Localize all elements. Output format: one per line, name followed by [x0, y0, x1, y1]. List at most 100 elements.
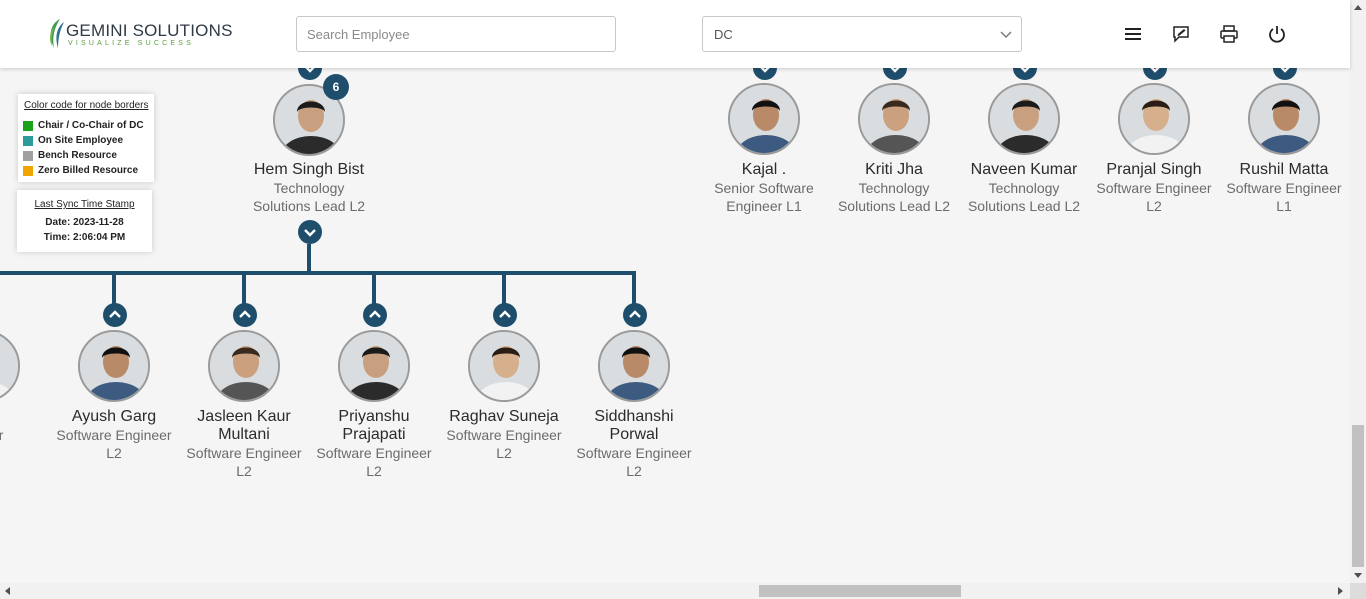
company-logo[interactable]: GEMINI SOLUTIONS VISUALIZE SUCCESS	[46, 18, 232, 52]
legend-label: On Site Employee	[38, 135, 124, 146]
employee-node[interactable]: shragineer	[0, 408, 49, 444]
legend-label: Chair / Co-Chair of DC	[38, 120, 144, 131]
employee-avatar[interactable]	[988, 83, 1060, 155]
employee-name: Siddhanshi Porwal	[594, 408, 674, 443]
employee-name: Kriti Jha	[865, 161, 923, 178]
dc-select[interactable]: DC	[702, 16, 1022, 52]
legend-label: Bench Resource	[38, 150, 117, 161]
employee-node[interactable]: Rushil Matta Software Engineer L1	[1219, 161, 1349, 215]
legend-swatch	[23, 165, 33, 176]
employee-avatar[interactable]	[858, 83, 930, 155]
employee-name: Ayush Garg	[71, 408, 157, 425]
logo-tagline: VISUALIZE SUCCESS	[68, 40, 194, 47]
person-photo-icon	[600, 332, 668, 400]
collapse-up-toggle[interactable]	[493, 303, 517, 327]
legend-label: Zero Billed Resource	[38, 165, 139, 176]
chevron-down-icon	[1000, 31, 1012, 38]
employee-avatar[interactable]	[1248, 83, 1320, 155]
connector-line	[502, 273, 506, 307]
legend-swatch	[23, 150, 33, 161]
employee-avatar[interactable]	[208, 330, 280, 402]
employee-node[interactable]: Hem Singh Bist Technology Solutions Lead …	[244, 161, 374, 215]
horizontal-scrollbar[interactable]	[0, 583, 1350, 599]
employee-avatar[interactable]	[468, 330, 540, 402]
employee-avatar[interactable]	[598, 330, 670, 402]
person-photo-icon	[990, 85, 1058, 153]
scroll-up-arrow-icon[interactable]	[1354, 5, 1362, 10]
person-photo-icon	[470, 332, 538, 400]
collapse-up-toggle[interactable]	[103, 303, 127, 327]
collapse-up-toggle[interactable]	[363, 303, 387, 327]
employee-title: Software Engineer L2	[316, 445, 432, 479]
person-photo-icon	[340, 332, 408, 400]
employee-name: Jasleen Kaur Multani	[197, 408, 291, 443]
employee-node[interactable]: Jasleen Kaur Multani Software Engineer L2	[179, 408, 309, 480]
connector-line	[0, 271, 636, 275]
employee-node[interactable]: Priyanshu Prajapati Software Engineer L2	[309, 408, 439, 480]
search-employee-input[interactable]	[296, 16, 616, 52]
employee-avatar[interactable]	[78, 330, 150, 402]
vertical-scroll-thumb[interactable]	[1352, 425, 1364, 567]
power-icon[interactable]	[1267, 24, 1287, 44]
person-photo-icon	[210, 332, 278, 400]
chevron-up-icon	[499, 310, 511, 318]
employee-name: Kajal .	[741, 161, 787, 178]
employee-title: Software Engineer L1	[1226, 180, 1342, 214]
dc-select-value: DC	[714, 27, 733, 42]
employee-avatar[interactable]	[728, 83, 800, 155]
connector-line	[372, 273, 376, 307]
employee-name: Pranjal Singh	[1106, 161, 1202, 178]
sync-timestamp-panel: Last Sync Time Stamp Date: 2023-11-28 Ti…	[17, 190, 152, 252]
legend-item: Chair / Co-Chair of DC	[23, 118, 149, 133]
employee-title: Technology Solutions Lead L2	[837, 180, 951, 214]
legend-title: Color code for node borders	[24, 100, 149, 111]
employee-node[interactable]: Kriti Jha Technology Solutions Lead L2	[829, 161, 959, 215]
employee-title: Technology Solutions Lead L2	[252, 180, 366, 214]
person-photo-icon	[730, 85, 798, 153]
employee-node[interactable]: Siddhanshi Porwal Software Engineer L2	[569, 408, 699, 480]
scroll-right-arrow-icon[interactable]	[1338, 587, 1343, 595]
logo-leaf-icon	[50, 19, 64, 48]
scroll-down-arrow-icon[interactable]	[1354, 573, 1362, 578]
legend-item: Bench Resource	[23, 148, 149, 163]
scrollbar-corner	[1350, 583, 1366, 599]
employee-node[interactable]: Kajal . Senior Software Engineer L1	[699, 161, 829, 215]
legend-swatch	[23, 135, 33, 146]
employee-name: Naveen Kumar	[970, 161, 1078, 178]
employee-title: Technology Solutions Lead L2	[967, 180, 1081, 214]
chevron-up-icon	[629, 310, 641, 318]
employee-node[interactable]: Ayush Garg Software Engineer L2	[49, 408, 179, 462]
employee-node[interactable]: Naveen Kumar Technology Solutions Lead L2	[959, 161, 1089, 215]
sync-date: Date: 2023-11-28	[45, 217, 124, 228]
employee-name: Raghav Suneja	[449, 408, 559, 425]
legend-item: Zero Billed Resource	[23, 163, 149, 178]
chevron-up-icon	[369, 310, 381, 318]
employee-title: Software Engineer L2	[1096, 180, 1212, 214]
employee-node[interactable]: Raghav Suneja Software Engineer L2	[439, 408, 569, 462]
employee-name: Rushil Matta	[1239, 161, 1329, 178]
employee-title: Software Engineer L2	[186, 445, 302, 479]
chevron-down-icon	[304, 229, 316, 237]
person-photo-icon	[0, 332, 18, 400]
chevron-up-icon	[109, 310, 121, 318]
color-legend-panel: Color code for node borders Chair / Co-C…	[18, 94, 154, 182]
collapse-up-toggle[interactable]	[233, 303, 257, 327]
collapse-up-toggle[interactable]	[623, 303, 647, 327]
employee-avatar[interactable]	[1118, 83, 1190, 155]
employee-avatar[interactable]	[0, 330, 20, 402]
person-photo-icon	[1250, 85, 1318, 153]
employee-title: Software Engineer L2	[446, 427, 562, 461]
employee-name: Priyanshu Prajapati	[338, 408, 410, 443]
feedback-icon[interactable]	[1171, 24, 1191, 44]
employee-avatar[interactable]	[338, 330, 410, 402]
print-icon[interactable]	[1219, 24, 1239, 44]
horizontal-scroll-thumb[interactable]	[759, 585, 961, 597]
scroll-left-arrow-icon[interactable]	[5, 587, 10, 595]
person-photo-icon	[80, 332, 148, 400]
connector-line	[632, 273, 636, 307]
menu-icon[interactable]	[1123, 24, 1143, 44]
expand-down-toggle[interactable]	[298, 220, 322, 244]
employee-node[interactable]: Pranjal Singh Software Engineer L2	[1089, 161, 1219, 215]
employee-name: shra	[0, 408, 49, 426]
legend-swatch	[23, 120, 33, 131]
